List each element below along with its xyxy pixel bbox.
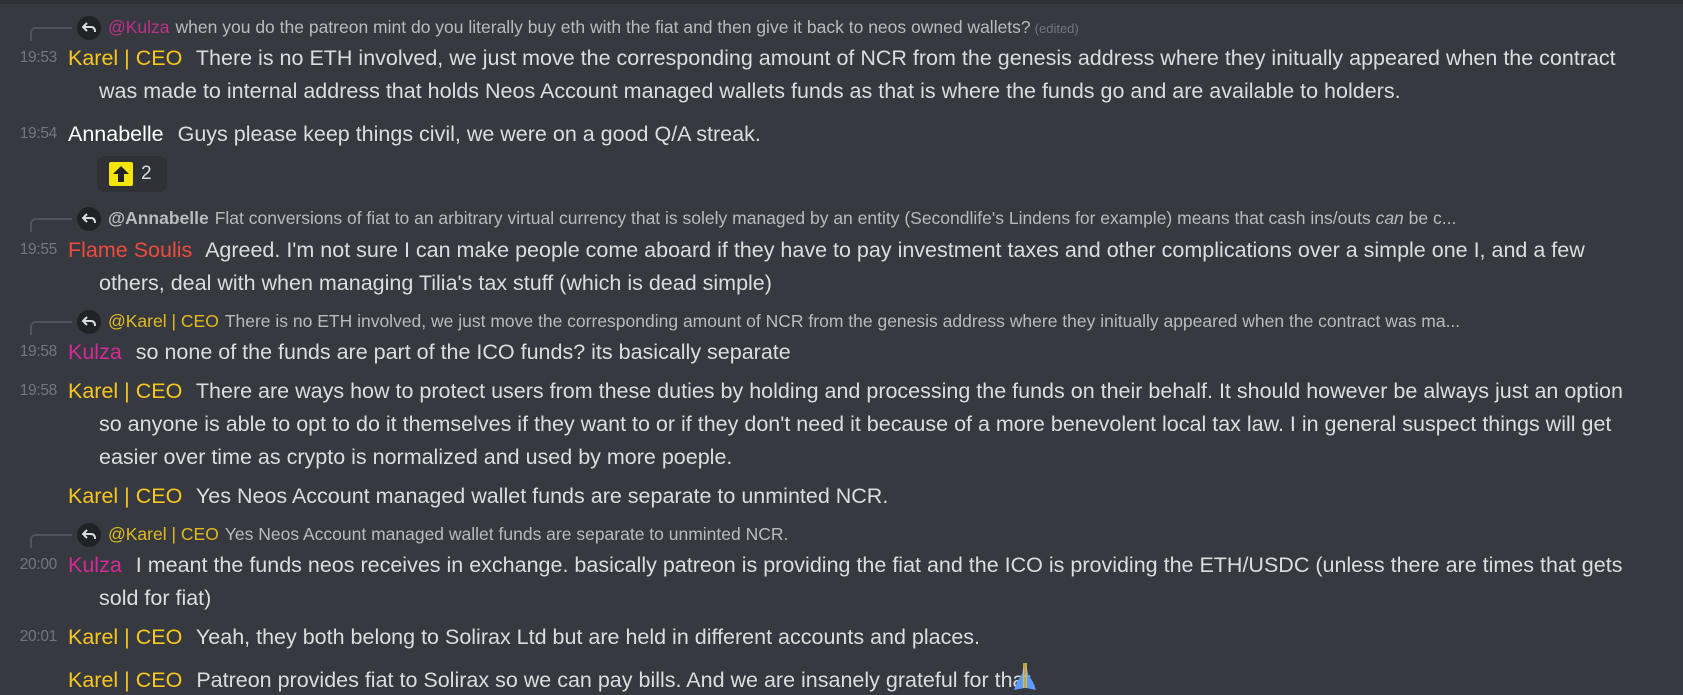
author-name[interactable]: Karel | CEO bbox=[68, 46, 182, 70]
message-text: Patreon provides fiat to Solirax so we c… bbox=[196, 668, 1037, 692]
message-text: There are ways how to protect users from… bbox=[99, 379, 1623, 469]
message-content: Karel | CEO Yes Neos Account managed wal… bbox=[68, 480, 1639, 513]
message-text: Yeah, they both belong to Solirax Ltd bu… bbox=[195, 625, 981, 649]
reply-text: @Karel | CEO Yes Neos Account managed wal… bbox=[108, 523, 1208, 545]
reply-content: Flat conversions of fiat to an arbitrary… bbox=[214, 208, 1371, 228]
timestamp[interactable]: 19:55 bbox=[0, 241, 58, 259]
reply-content: There is no ETH involved, we just move t… bbox=[224, 311, 1461, 331]
timestamp[interactable]: 20:00 bbox=[0, 556, 58, 574]
reply-mention[interactable]: @Karel | CEO bbox=[108, 311, 219, 331]
reply-spine bbox=[30, 27, 72, 41]
arrow-up-emoji-icon bbox=[109, 162, 133, 186]
reply-mention[interactable]: @Annabelle bbox=[108, 208, 209, 228]
message-content: Karel | CEO Patreon provides fiat to Sol… bbox=[68, 660, 1639, 695]
message-text: Agreed. I'm not sure I can make people c… bbox=[99, 238, 1585, 295]
message-content: Karel | CEO There is no ETH involved, we… bbox=[68, 42, 1639, 108]
timestamp[interactable]: 19:53 bbox=[0, 49, 58, 67]
message-content: Flame Soulis Agreed. I'm not sure I can … bbox=[68, 234, 1639, 300]
author-name[interactable]: Karel | CEO bbox=[68, 668, 182, 692]
edited-tag: (edited) bbox=[1034, 21, 1079, 36]
message-text: I meant the funds neos receives in excha… bbox=[99, 553, 1623, 610]
author-name[interactable]: Karel | CEO bbox=[68, 484, 182, 508]
author-name[interactable]: Karel | CEO bbox=[68, 379, 182, 403]
reaction-count: 2 bbox=[141, 163, 152, 184]
message-text: There is no ETH involved, we just move t… bbox=[99, 46, 1616, 103]
message-content: Kulza so none of the funds are part of t… bbox=[68, 336, 1639, 369]
reply-content-tail: be c... bbox=[1408, 208, 1457, 228]
message-text: Guys please keep things civil, we were o… bbox=[177, 122, 761, 146]
message-text: Yes Neos Account managed wallet funds ar… bbox=[195, 484, 889, 508]
message-text: so none of the funds are part of the ICO… bbox=[135, 340, 791, 364]
reply-text: @Karel | CEO There is no ETH involved, we… bbox=[108, 310, 1628, 332]
reply-text: @Annabelle Flat conversions of fiat to an… bbox=[108, 207, 1628, 229]
folded-hands-emoji-icon bbox=[1014, 660, 1041, 695]
author-name[interactable]: Karel | CEO bbox=[68, 625, 182, 649]
timestamp[interactable]: 20:01 bbox=[0, 628, 58, 646]
author-name[interactable]: Annabelle bbox=[68, 122, 164, 146]
reaction-button[interactable]: 2 bbox=[97, 156, 167, 192]
reply-spine bbox=[30, 321, 72, 335]
reply-spine bbox=[30, 534, 72, 548]
message-content: Kulza I meant the funds neos receives in… bbox=[68, 549, 1639, 615]
reply-emphasis: can bbox=[1375, 208, 1404, 228]
reply-content: when you do the patreon mint do you lite… bbox=[175, 17, 1031, 37]
author-name[interactable]: Flame Soulis bbox=[68, 238, 192, 262]
reply-spine bbox=[30, 218, 72, 232]
reply-arrow-icon bbox=[77, 310, 101, 334]
reply-content: Yes Neos Account managed wallet funds ar… bbox=[224, 524, 789, 544]
timestamp[interactable]: 19:58 bbox=[0, 343, 58, 361]
reply-arrow-icon bbox=[77, 207, 101, 231]
timestamp[interactable]: 19:54 bbox=[0, 125, 58, 143]
message-content: Karel | CEO There are ways how to protec… bbox=[68, 375, 1639, 474]
reply-mention[interactable]: @Karel | CEO bbox=[108, 524, 219, 544]
reply-arrow-icon bbox=[77, 16, 101, 40]
message-content: Karel | CEO Yeah, they both belong to So… bbox=[68, 621, 1639, 654]
reply-arrow-icon bbox=[77, 523, 101, 547]
message-content: Annabelle Guys please keep things civil,… bbox=[68, 118, 1639, 151]
timestamp[interactable]: 19:58 bbox=[0, 382, 58, 400]
author-name[interactable]: Kulza bbox=[68, 553, 122, 577]
reply-mention[interactable]: @Kulza bbox=[108, 17, 170, 37]
author-name[interactable]: Kulza bbox=[68, 340, 122, 364]
reply-text: @Kulza when you do the patreon mint do yo… bbox=[108, 16, 1208, 38]
chat-log: @Kulza when you do the patreon mint do yo… bbox=[0, 0, 1683, 695]
